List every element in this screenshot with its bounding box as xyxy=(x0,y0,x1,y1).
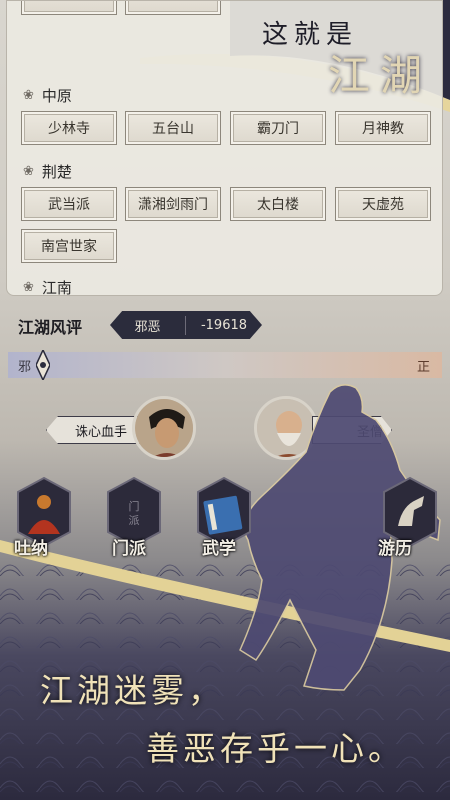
svg-text:门: 门 xyxy=(129,499,140,513)
menu-label-sect: 门派 xyxy=(112,539,146,559)
slogan-line-2: 善恶存乎一心。 xyxy=(146,729,405,768)
svg-text:派: 派 xyxy=(129,514,140,527)
menu-label-travel: 游历 xyxy=(378,539,412,559)
slogan-line-1: 江湖迷雾， xyxy=(40,671,225,710)
game-screen: ❀ 中原 少林寺 五台山 霸刀门 月神教 ❀ 荆楚 武当派 潇湘剑雨门 太白楼 … xyxy=(0,0,450,800)
menu-label-meditation: 吐纳 xyxy=(14,539,48,559)
menu-label-martial: 武学 xyxy=(202,539,236,559)
